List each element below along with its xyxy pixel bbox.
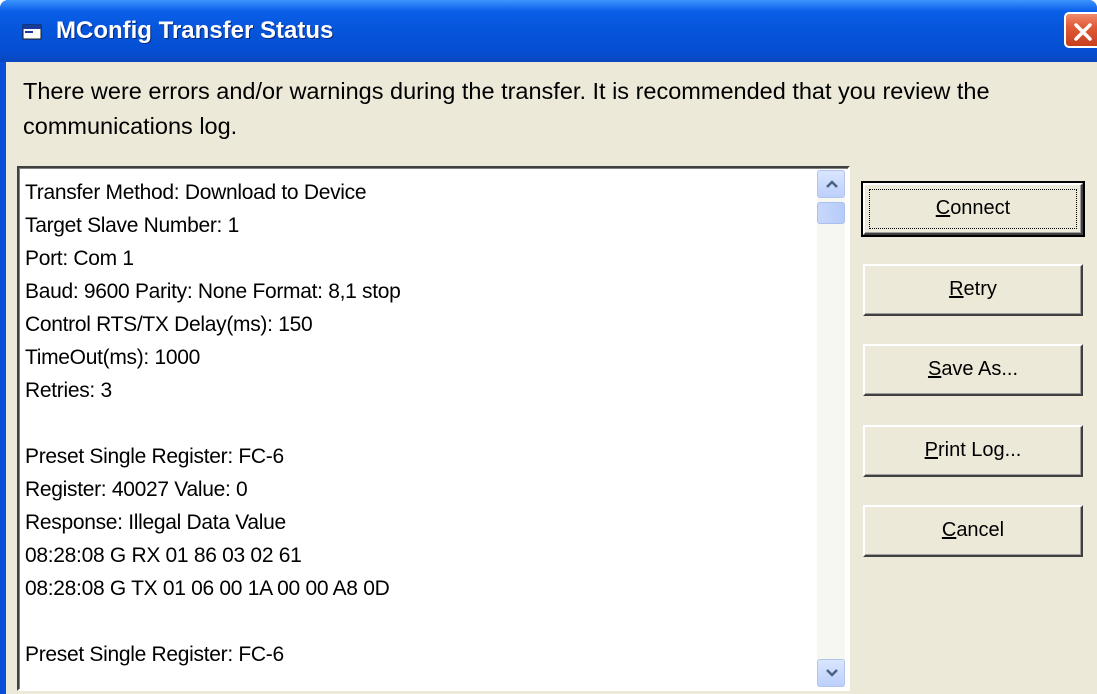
connect-accel: C [935,197,951,219]
scroll-thumb[interactable] [817,202,845,224]
app-window-icon [22,24,42,40]
close-button[interactable] [1064,12,1097,48]
log-line [25,605,805,638]
retry-button[interactable]: Retry [863,264,1083,316]
print-log-accel: P [924,439,938,461]
print-log-label: rint Log... [937,439,1022,461]
scroll-up-button[interactable] [817,170,845,198]
dialog-client-area: There were errors and/or warnings during… [6,62,1097,694]
log-line: Transfer Method: Download to Device [25,181,367,204]
log-line: 08:28:08 G TX 01 06 00 1A 00 00 A8 0D [25,577,390,600]
cancel-label: ancel [956,519,1005,541]
retry-accel: R [949,278,964,300]
title-bar[interactable]: MConfig Transfer Status [0,0,1097,62]
log-line: Retries: 3 [25,379,112,402]
log-line: Preset Single Register: FC-6 [25,643,284,666]
log-line [25,407,805,440]
log-line: Register: 40027 Value: 0 [25,478,248,501]
cancel-button[interactable]: Cancel [863,505,1083,557]
log-line: Preset Single Register: FC-6 [25,445,284,468]
save-as-button[interactable]: Save As... [863,344,1083,396]
log-scrollbar[interactable] [817,170,845,687]
retry-label: etry [963,278,997,300]
cancel-accel: C [941,519,957,541]
status-message: There were errors and/or warnings during… [23,78,990,139]
window-title: MConfig Transfer Status [56,17,334,44]
log-line: Response: Illegal Data Value [25,511,286,534]
print-log-button[interactable]: Print Log... [863,425,1083,477]
log-line: TimeOut(ms): 1000 [25,346,200,369]
log-line: Control RTS/TX Delay(ms): 150 [25,313,313,336]
scroll-down-button[interactable] [817,659,845,687]
log-line: Port: Com 1 [25,247,134,270]
log-lines: Transfer Method: Download to Device Targe… [25,176,805,671]
communications-log[interactable]: Transfer Method: Download to Device Targe… [17,166,850,691]
log-line: 08:28:08 G RX 01 86 03 02 61 [25,544,302,567]
log-line: Baud: 9600 Parity: None Format: 8,1 stop [25,280,401,303]
dialog-window: MConfig Transfer Status There were error… [0,0,1097,694]
chevron-up-icon [826,180,838,188]
connect-label: onnect [950,197,1011,219]
log-line: Target Slave Number: 1 [25,214,240,237]
chevron-down-icon [826,669,838,677]
connect-button[interactable]: Connect [861,181,1085,237]
save-as-accel: S [927,358,942,380]
save-as-label: ave As... [941,358,1019,380]
close-icon [1074,23,1092,41]
